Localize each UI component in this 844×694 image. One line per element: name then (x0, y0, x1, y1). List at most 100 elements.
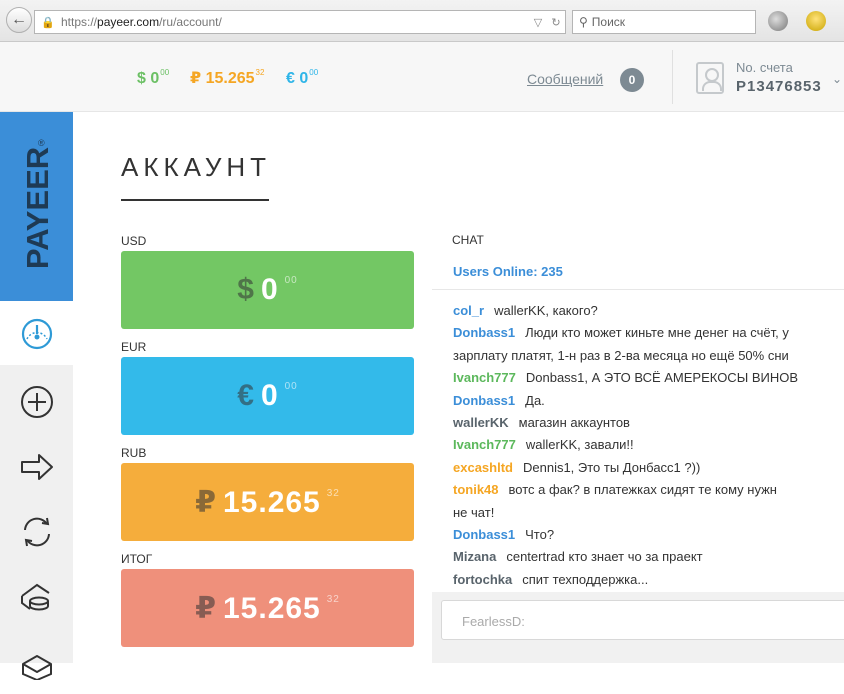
balance-amount: 0 (299, 70, 309, 87)
sidebar-item-withdraw[interactable] (0, 565, 73, 629)
speedometer-icon (21, 318, 52, 350)
messages-count-badge: 0 (620, 68, 644, 92)
balance-eur: € 000 (286, 68, 318, 88)
currency-symbol: ₽ (190, 70, 202, 87)
wallet-amount: €0 00 (237, 379, 298, 413)
chat-nick[interactable]: fortochka (453, 572, 512, 587)
chat-nick[interactable]: Ivanch777 (453, 370, 516, 385)
sidebar-item-shop[interactable] (0, 630, 73, 694)
chat-message: Ivanch777 Donbass1, А ЭТО ВСЁ АМЕРЕКОСЫ В… (453, 370, 798, 385)
wallet-label-eur: EUR (121, 340, 147, 354)
browser-toolbar: ← 🔒 https://payeer.com/ru/account/ ▽ ↻ ⚲… (0, 0, 844, 42)
chat-message: Mizana centertrad кто знает чо за праект (453, 549, 703, 564)
divider (672, 50, 673, 104)
url-path: /ru/account/ (159, 15, 222, 29)
wallet-cents: 32 (326, 593, 340, 605)
chat-messages[interactable]: col_r wallerKK, какого? Donbass1 Люди кто м… (432, 291, 844, 591)
messages-link[interactable]: Сообщений (527, 71, 603, 87)
balance-amount: 15.265 (205, 70, 255, 87)
chat-message: fortochka спит техподдержка... (453, 572, 648, 587)
back-arrow-icon: ← (11, 11, 27, 28)
exchange-icon (23, 517, 50, 547)
sidebar-item-deposit[interactable] (0, 370, 73, 434)
wallet-value: 15.265 (222, 591, 321, 625)
chat-message: Donbass1 Что? (453, 527, 554, 542)
chat-message: col_r wallerKK, какого? (453, 303, 598, 318)
arrow-right-icon (20, 454, 53, 480)
chat-nick[interactable]: Mizana (453, 549, 496, 564)
extension-icon[interactable] (806, 11, 826, 31)
wallet-label-usd: USD (121, 234, 147, 248)
balance-amount: 0 (150, 70, 160, 87)
chat-text: wallerKK, какого? (494, 303, 598, 318)
sidebar-item-transfer[interactable] (0, 435, 73, 499)
chat-nick[interactable]: Donbass1 (453, 527, 515, 542)
wallet-amount: ₽15.265 32 (195, 485, 340, 520)
chat-text: зарплату платят, 1-н раз в 2-ва месяца н… (453, 347, 789, 363)
chat-message: Donbass1 Люди кто может киньте мне денег … (453, 325, 789, 340)
wallet-cents: 00 (284, 381, 298, 392)
url-host: payeer.com (97, 15, 160, 29)
currency-symbol: ₽ (195, 485, 217, 519)
chat-nick[interactable]: Donbass1 (453, 393, 515, 408)
wallet-card-total[interactable]: ₽15.265 32 (121, 569, 414, 647)
chat-nick[interactable]: wallerKK (453, 415, 509, 430)
search-icon: ⚲ (579, 15, 588, 29)
globe-icon[interactable] (768, 11, 788, 31)
balance-rub: ₽ 15.26532 (190, 68, 264, 88)
currency-symbol: $ (137, 70, 146, 87)
chat-message: excashltd Dennis1, Это ты Донбасс1 ?)) (453, 460, 700, 475)
lock-icon: 🔒 (41, 16, 55, 29)
wallet-label-total: ИТОГ (121, 552, 153, 566)
sidebar-item-exchange[interactable] (0, 500, 73, 564)
sidebar-item-dashboard[interactable] (0, 301, 73, 365)
url-scheme: https:// (61, 15, 98, 29)
account-avatar-icon[interactable] (696, 62, 724, 94)
account-number[interactable]: P13476853 (736, 78, 822, 95)
back-button[interactable]: ← (6, 7, 32, 33)
search-placeholder: Поиск (591, 15, 626, 29)
chat-text: Люди кто может киньте мне денег на счёт,… (525, 325, 789, 341)
search-input[interactable]: ⚲ Поиск (572, 10, 756, 34)
chat-nick[interactable]: Ivanch777 (453, 437, 516, 452)
chat-text: не чат! (453, 504, 495, 520)
sidebar: PAYEER ® (0, 112, 73, 680)
wallet-card-eur[interactable]: €0 00 (121, 357, 414, 435)
wallet-amount: $0 00 (237, 273, 298, 307)
chat-nick[interactable]: col_r (453, 303, 484, 318)
chat-text: centertrad кто знает чо за праект (506, 549, 703, 565)
chevron-down-icon[interactable]: ⌄ (832, 72, 842, 86)
account-header: $ 000 ₽ 15.26532 € 000 Сообщений 0 No. с… (0, 42, 844, 112)
wallet-card-rub[interactable]: ₽15.265 32 (121, 463, 414, 541)
logo-text: PAYEER (20, 146, 55, 270)
chat-text: Dennis1, Это ты Донбасс1 ?)) (522, 459, 701, 475)
payeer-logo[interactable]: PAYEER ® (0, 112, 73, 301)
reload-icon[interactable]: ↻ (547, 16, 565, 29)
currency-symbol: ₽ (195, 591, 217, 625)
wallet-cents: 32 (326, 487, 340, 499)
wallet-card-usd[interactable]: $0 00 (121, 251, 414, 329)
currency-symbol: € (286, 70, 295, 87)
chat-text: вотс а фак? в платежках сидят те кому ну… (508, 482, 777, 498)
balance-cents: 00 (160, 68, 170, 77)
wallet-amount: ₽15.265 32 (195, 591, 340, 626)
plus-circle-icon (20, 386, 53, 418)
address-bar[interactable]: 🔒 https://payeer.com/ru/account/ ▽ ↻ (34, 10, 566, 34)
chat-label: CHAT (452, 233, 484, 247)
chat-nick[interactable]: Donbass1 (453, 325, 515, 340)
chat-text: Donbass1, А ЭТО ВСЁ АМЕРЕКОСЫ ВИНОВ (525, 370, 799, 386)
wallet-label-rub: RUB (121, 446, 147, 460)
chat-message: не чат! (453, 505, 494, 520)
chat-nick[interactable]: excashltd (453, 460, 513, 475)
wallet-value: 0 (260, 379, 279, 412)
balance-cents: 00 (309, 68, 319, 77)
chat-message: зарплату платят, 1-н раз в 2-ва месяца н… (453, 348, 789, 363)
chat-input[interactable]: FearlessD: (441, 600, 844, 640)
url-text: https://payeer.com/ru/account/ (61, 15, 529, 29)
users-online: Users Online: 235 (453, 264, 563, 279)
dropdown-icon[interactable]: ▽ (529, 16, 547, 29)
balance-usd: $ 000 (137, 68, 169, 88)
box-icon (21, 655, 52, 680)
wallet-value: 15.265 (222, 485, 321, 519)
chat-nick[interactable]: tonik48 (453, 482, 499, 497)
